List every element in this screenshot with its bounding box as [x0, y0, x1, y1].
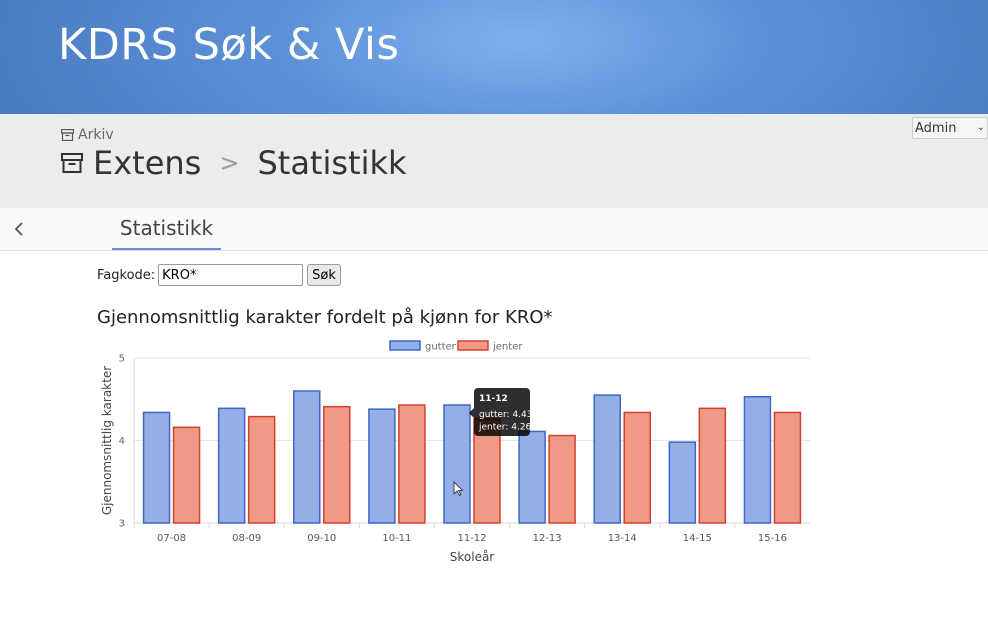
bar-jenter-09-10	[323, 405, 351, 524]
y-tick-label: 5	[119, 354, 125, 365]
legend-label-gutter: gutter	[425, 342, 457, 353]
breadcrumb-root-label: Arkiv	[78, 127, 114, 143]
x-axis-label: Skoleår	[450, 550, 495, 564]
x-tick-label: 09-10	[307, 533, 336, 544]
app-title: KDRS Søk & Vis	[58, 20, 400, 70]
user-select[interactable]: Admin ⌄	[912, 117, 988, 139]
tab-statistikk[interactable]: Statistikk	[112, 208, 221, 250]
breadcrumb-parent[interactable]: Extens	[93, 144, 201, 182]
breadcrumb: Extens > Statistikk	[61, 144, 407, 182]
breadcrumb-bar: Arkiv Extens > Statistikk	[0, 114, 988, 209]
chart-heading: Gjennomsnittlig karakter fordelt på kjøn…	[97, 307, 553, 328]
bar-gutter-09-10	[293, 390, 321, 524]
x-tick-label: 10-11	[382, 533, 411, 544]
legend-swatch-jenter	[457, 340, 489, 351]
bar-gutter-12-13	[518, 430, 546, 524]
breadcrumb-root[interactable]: Arkiv	[61, 127, 114, 143]
back-button[interactable]	[12, 218, 32, 240]
header-banner: KDRS Søk & Vis	[0, 0, 988, 114]
bar-jenter-13-14	[623, 411, 651, 524]
x-tick-label: 11-12	[457, 533, 486, 544]
bar-jenter-10-11	[398, 404, 426, 524]
bar-gutter-15-16	[743, 396, 772, 524]
tooltip-line: gutter: 4.43	[479, 410, 533, 420]
bar-jenter-08-09	[247, 415, 276, 524]
breadcrumb-separator: >	[219, 149, 240, 177]
chevron-left-icon	[14, 222, 23, 236]
chevron-down-icon: ⌄	[976, 122, 985, 133]
y-tick-label: 3	[119, 519, 125, 530]
bar-gutter-14-15	[668, 441, 697, 524]
archive-box-icon	[61, 129, 74, 141]
search-button[interactable]: Søk	[307, 264, 341, 286]
bar-jenter-07-08	[172, 426, 201, 524]
bar-gutter-08-09	[217, 407, 246, 524]
x-tick-label: 13-14	[608, 533, 637, 544]
search-input[interactable]	[158, 264, 304, 286]
search-form: Fagkode: Søk	[97, 264, 341, 286]
legend-label-jenter: jenter	[492, 342, 523, 353]
page-title: Statistikk	[257, 144, 407, 182]
user-select-value: Admin	[915, 120, 957, 136]
y-tick-label: 4	[119, 436, 125, 447]
x-tick-label: 08-09	[232, 533, 261, 544]
bar-chart: 3 4 5 07-08 08-09 09-10 10-11 11-12 12-13 13-14 14…	[100, 340, 810, 564]
x-tick-label: 15-16	[758, 533, 787, 544]
tooltip-title: 11-12	[479, 394, 508, 404]
bar-gutter-11-12	[443, 404, 471, 524]
legend-swatch-gutter	[389, 340, 421, 351]
y-axis-label: Gjennomsnittlig karakter	[100, 366, 114, 515]
tab-bar: Statistikk	[0, 208, 988, 251]
bar-gutter-13-14	[593, 394, 621, 524]
bar-jenter-14-15	[698, 407, 727, 524]
bar-jenter-15-16	[773, 411, 802, 524]
archive-box-icon	[61, 153, 83, 173]
x-tick-label: 12-13	[533, 533, 562, 544]
x-tick-label: 07-08	[157, 533, 186, 544]
tooltip-line: jenter: 4.26	[478, 423, 532, 433]
x-tick-label: 14-15	[683, 533, 712, 544]
bar-gutter-07-08	[142, 411, 171, 524]
bar-jenter-12-13	[548, 434, 576, 524]
bar-gutter-10-11	[368, 408, 396, 524]
search-label: Fagkode:	[97, 267, 156, 283]
